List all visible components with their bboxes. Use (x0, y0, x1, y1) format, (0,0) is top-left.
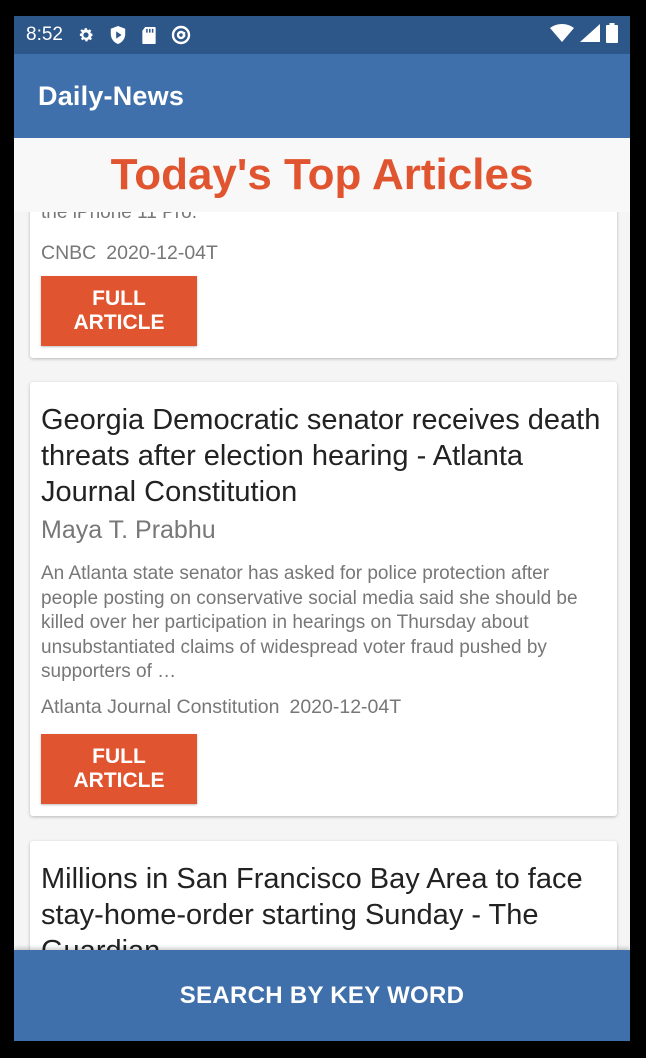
shield-play-icon (109, 25, 127, 45)
full-article-button[interactable]: FULL ARTICLE (41, 734, 197, 804)
article-date: 2020-12-04T (289, 696, 402, 718)
search-by-keyword-button[interactable]: SEARCH BY KEY WORD (14, 950, 630, 1041)
article-description: An Atlanta state senator has asked for p… (41, 563, 578, 682)
article-card: Georgia Democratic senator receives deat… (30, 382, 617, 816)
article-title[interactable]: Georgia Democratic senator receives deat… (41, 402, 601, 510)
app-bar: Daily-News (14, 54, 630, 138)
article-date: 2020-12-04T (106, 242, 218, 264)
article-author: Maya T. Prabhu (41, 516, 216, 544)
wifi-icon (550, 23, 574, 47)
article-description: the iPhone 11 Pro. (41, 212, 197, 223)
article-card: Millions in San Francisco Bay Area to fa… (30, 841, 617, 950)
full-article-button[interactable]: FULL ARTICLE (41, 276, 197, 346)
status-bar: 8:52 (14, 16, 630, 54)
app-title: Daily-News (38, 80, 185, 111)
at-sign-icon (171, 25, 191, 45)
signal-icon (580, 23, 600, 47)
battery-icon (606, 22, 618, 48)
phone-screen: 8:52 Daily-News Today's Top Articles the… (14, 16, 630, 1041)
gear-icon (77, 26, 95, 44)
article-source: Atlanta Journal Constitution (41, 696, 280, 718)
article-meta: CNBC 2020-12-04T (41, 242, 218, 265)
article-title[interactable]: Millions in San Francisco Bay Area to fa… (41, 861, 601, 950)
status-time: 8:52 (26, 24, 63, 45)
page-heading: Today's Top Articles (14, 138, 630, 212)
article-meta: Atlanta Journal Constitution 2020-12-04T (41, 696, 401, 719)
sd-card-icon (141, 26, 157, 45)
article-source: CNBC (41, 242, 97, 264)
article-list[interactable]: the iPhone 11 Pro. CNBC 2020-12-04T FULL … (14, 212, 630, 950)
article-card: the iPhone 11 Pro. CNBC 2020-12-04T FULL … (30, 212, 617, 358)
